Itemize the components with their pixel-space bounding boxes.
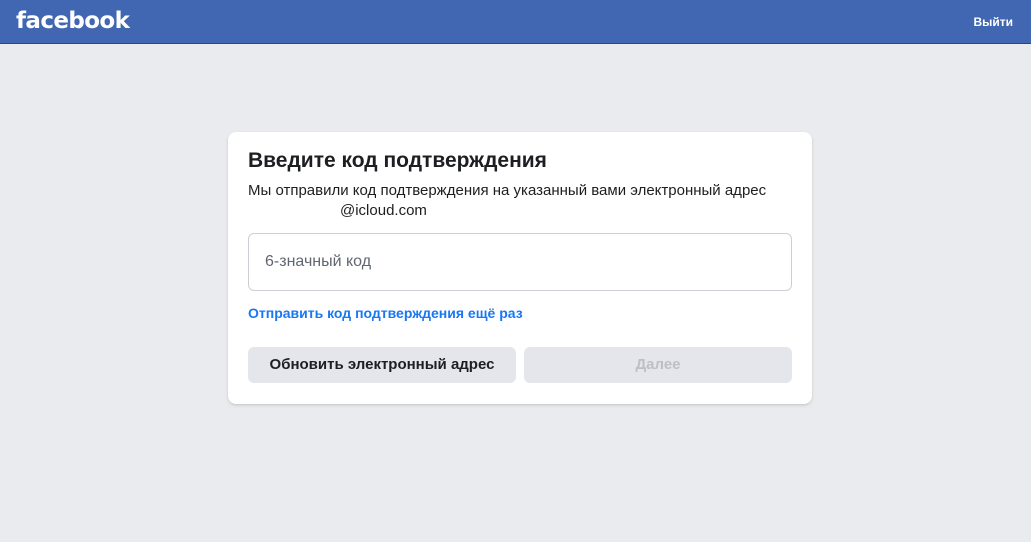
verification-description: Мы отправили код подтверждения на указан… (248, 181, 796, 221)
verification-code-input[interactable] (248, 233, 792, 291)
redacted-email-mask (248, 204, 340, 219)
facebook-logo[interactable]: facebook (16, 6, 130, 36)
email-suffix: @icloud.com (340, 202, 427, 219)
page-title: Введите код подтверждения (248, 149, 547, 172)
next-button[interactable]: Далее (524, 347, 792, 383)
top-navigation-bar: facebook Выйти (0, 0, 1031, 44)
update-email-button[interactable]: Обновить электронный адрес (248, 347, 516, 383)
verification-card: Введите код подтверждения Мы отправили к… (228, 132, 812, 404)
description-text: Мы отправили код подтверждения на указан… (248, 182, 767, 199)
logout-link[interactable]: Выйти (973, 14, 1013, 30)
resend-code-link[interactable]: Отправить код подтверждения ещё раз (248, 304, 523, 322)
